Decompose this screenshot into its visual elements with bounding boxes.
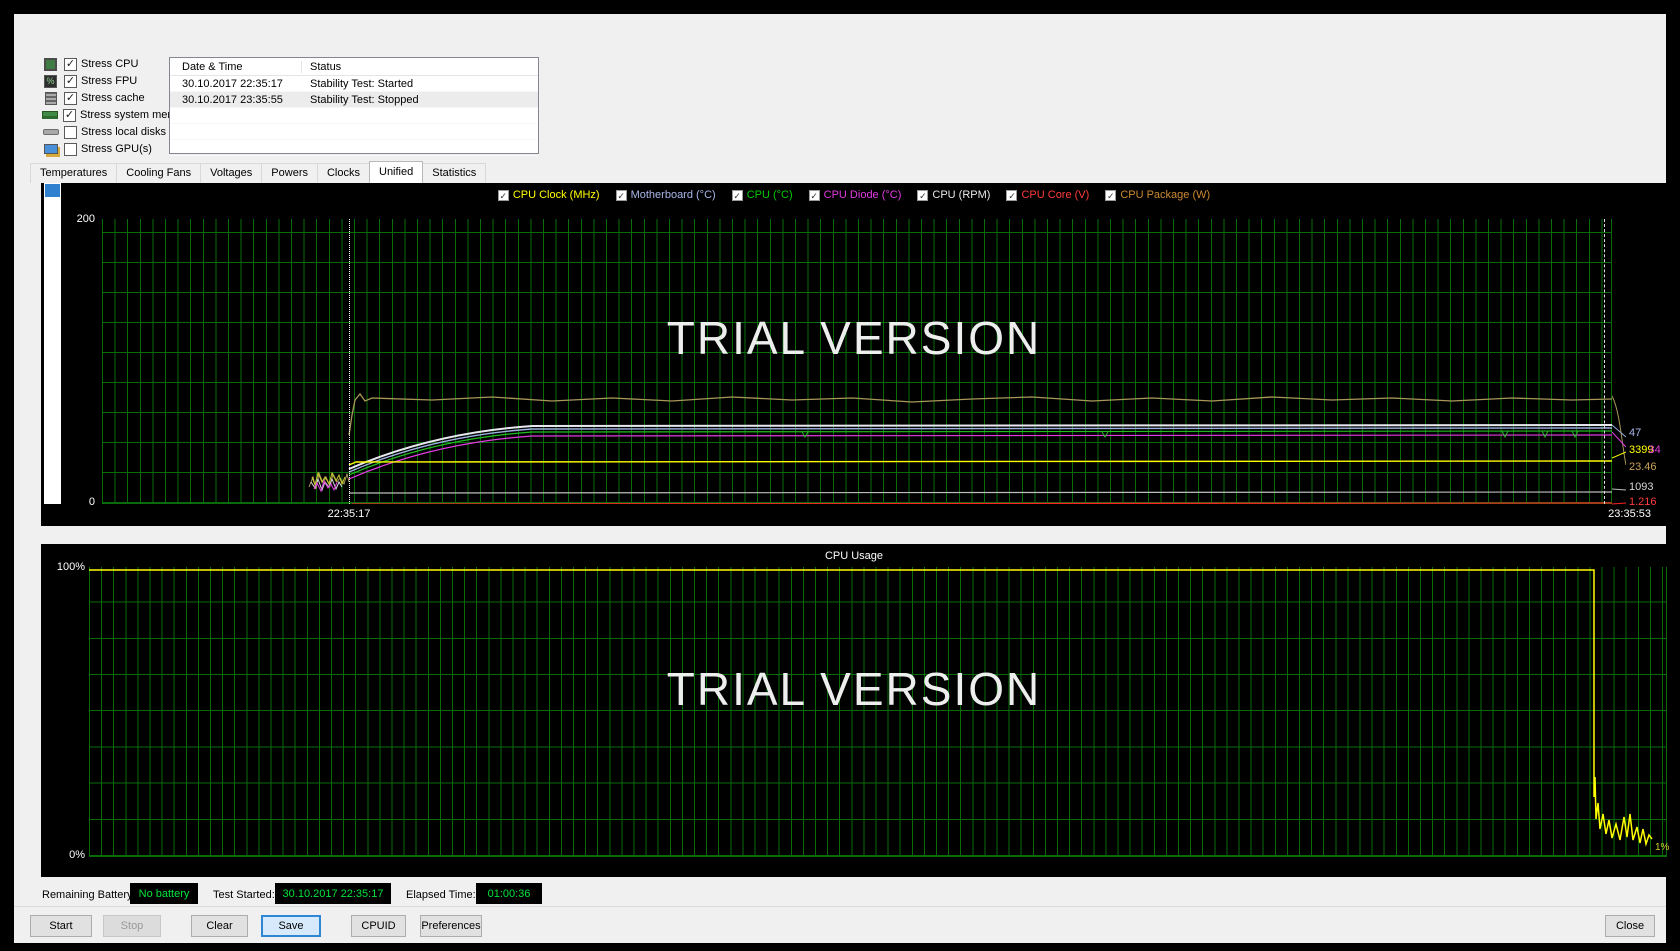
legend-cpu-temp: ✓ CPU (°C) — [731, 189, 793, 201]
stress-disks-label: Stress local disks — [81, 126, 166, 138]
cache-icon — [42, 91, 59, 105]
y-axis-min: 0 — [88, 496, 95, 508]
stress-cpu-checkbox[interactable]: ✓ — [64, 57, 77, 71]
legend-motherboard: ✓ Motherboard (°C) — [615, 189, 716, 201]
stress-gpu-row: Stress GPU(s) — [42, 141, 172, 157]
stress-cpu-label: Stress CPU — [81, 58, 139, 70]
footer-divider — [14, 906, 1666, 907]
tab-clocks[interactable]: Clocks — [316, 163, 370, 183]
close-button[interactable]: Close — [1605, 915, 1655, 937]
elapsed-label: Elapsed Time: — [406, 889, 476, 901]
table-row-selected[interactable]: 30.10.2017 23:35:55 Stability Test: Stop… — [170, 92, 538, 108]
stress-cache-checkbox[interactable]: ✓ — [64, 91, 77, 105]
legend-cpu-temp-checkbox[interactable]: ✓ — [731, 189, 743, 201]
stress-disks-row: Stress local disks — [42, 124, 172, 140]
value-rpm: 1093 — [1629, 481, 1654, 493]
legend-cpu-rpm: ✓ CPU (RPM) — [917, 189, 991, 201]
legend-cpu-core-checkbox[interactable]: ✓ — [1006, 189, 1018, 201]
stress-cpu-row: ✓ Stress CPU — [42, 56, 172, 72]
table-row-empty — [170, 124, 538, 140]
x-axis-end: 23:35:53 — [1608, 508, 1651, 520]
legend-motherboard-checkbox[interactable]: ✓ — [615, 189, 627, 201]
stress-option-list: ✓ Stress CPU % ✓ Stress FPU ✓ Stress cac… — [42, 56, 192, 158]
cpu-usage-title: CPU Usage — [824, 550, 884, 562]
battery-value: No battery — [130, 883, 198, 904]
cpuid-button[interactable]: CPUID — [351, 915, 406, 937]
column-header-status[interactable]: Status — [302, 61, 538, 73]
tab-voltages[interactable]: Voltages — [200, 163, 263, 183]
stress-memory-row: ✓ Stress system memory — [42, 107, 192, 123]
trial-watermark: TRIAL VERSION — [666, 663, 1042, 715]
tab-statistics[interactable]: Statistics — [422, 163, 487, 183]
tab-cooling-fans[interactable]: Cooling Fans — [116, 163, 202, 183]
save-button[interactable]: Save — [261, 915, 321, 937]
cpu-icon — [42, 57, 59, 71]
table-row[interactable]: 30.10.2017 22:35:17 Stability Test: Star… — [170, 76, 538, 92]
stress-memory-checkbox[interactable]: ✓ — [63, 108, 76, 122]
clear-button[interactable]: Clear — [191, 915, 248, 937]
legend-cpu-rpm-checkbox[interactable]: ✓ — [917, 189, 929, 201]
chart-legend: ✓ CPU Clock (MHz) ✓ Motherboard (°C) ✓ CPU … — [41, 189, 1667, 201]
preferences-button[interactable]: Preferences — [420, 915, 482, 937]
test-started-label: Test Started: — [213, 889, 275, 901]
legend-cpu-package-checkbox[interactable]: ✓ — [1105, 189, 1117, 201]
value-core: 1.216 — [1629, 496, 1657, 508]
value-clock-diode: 339934 — [1629, 444, 1661, 456]
stress-disks-checkbox[interactable] — [64, 125, 77, 139]
disk-icon — [42, 126, 59, 139]
stop-button: Stop — [103, 915, 161, 937]
event-log-table: Date & Time Status 30.10.2017 22:35:17 S… — [169, 57, 539, 156]
elapsed-value: 01:00:36 — [476, 883, 542, 904]
event-log-header: Date & Time Status — [170, 58, 538, 76]
table-row-empty — [170, 140, 538, 156]
trial-watermark: TRIAL VERSION — [666, 312, 1042, 364]
chart-tabs: Temperatures Cooling Fans Voltages Power… — [30, 161, 487, 183]
stress-fpu-label: Stress FPU — [81, 75, 138, 87]
legend-cpu-clock-checkbox[interactable]: ✓ — [497, 189, 509, 201]
legend-cpu-core: ✓ CPU Core (V) — [1006, 189, 1090, 201]
value-motherboard: 47 — [1629, 427, 1642, 439]
stress-gpu-label: Stress GPU(s) — [81, 143, 152, 155]
screen: ✓ Stress CPU % ✓ Stress FPU ✓ Stress cac… — [0, 0, 1680, 951]
cpu-usage-chart: CPU Usage 100% 0% TRIAL VERSION 1% — [41, 544, 1670, 877]
status-bar: Remaining Battery: No battery Test Start… — [14, 878, 1666, 914]
legend-cpu-diode-checkbox[interactable]: ✓ — [808, 189, 820, 201]
event-status: Stability Test: Stopped — [310, 93, 419, 106]
legend-cpu-clock: ✓ CPU Clock (MHz) — [497, 189, 600, 201]
gpu-icon — [42, 143, 59, 156]
cpu-usage-final-value: 1% — [1655, 842, 1670, 853]
stress-cache-label: Stress cache — [81, 92, 145, 104]
stress-gpu-checkbox[interactable] — [64, 142, 77, 156]
x-axis-start: 22:35:17 — [327, 508, 371, 520]
stress-fpu-row: % ✓ Stress FPU — [42, 73, 172, 89]
tab-powers[interactable]: Powers — [261, 163, 318, 183]
fpu-icon: % — [42, 74, 59, 88]
start-button[interactable]: Start — [30, 915, 92, 937]
event-datetime: 30.10.2017 23:35:55 — [182, 93, 283, 106]
value-callouts — [1612, 395, 1626, 505]
value-package: 23.46 — [1629, 461, 1657, 473]
tab-unified[interactable]: Unified — [369, 161, 424, 183]
unified-sensor-chart: ✓ CPU Clock (MHz) ✓ Motherboard (°C) ✓ CPU … — [41, 183, 1667, 526]
event-status: Stability Test: Started — [310, 77, 414, 90]
column-header-datetime[interactable]: Date & Time — [170, 60, 302, 73]
y-axis-0: 0% — [69, 849, 85, 861]
legend-cpu-package: ✓ CPU Package (W) — [1105, 189, 1211, 201]
test-started-value: 30.10.2017 22:35:17 — [275, 883, 391, 904]
legend-cpu-diode: ✓ CPU Diode (°C) — [808, 189, 902, 201]
y-axis-max: 200 — [76, 213, 95, 225]
y-axis-100: 100% — [56, 561, 85, 573]
stress-fpu-checkbox[interactable]: ✓ — [64, 74, 77, 88]
table-row-empty — [170, 108, 538, 124]
event-datetime: 30.10.2017 22:35:17 — [182, 77, 283, 90]
stress-cache-row: ✓ Stress cache — [42, 90, 172, 106]
tab-temperatures[interactable]: Temperatures — [30, 163, 118, 183]
memory-icon — [42, 109, 58, 122]
stability-test-window: ✓ Stress CPU % ✓ Stress FPU ✓ Stress cac… — [14, 14, 1670, 943]
battery-label: Remaining Battery: — [42, 889, 136, 901]
